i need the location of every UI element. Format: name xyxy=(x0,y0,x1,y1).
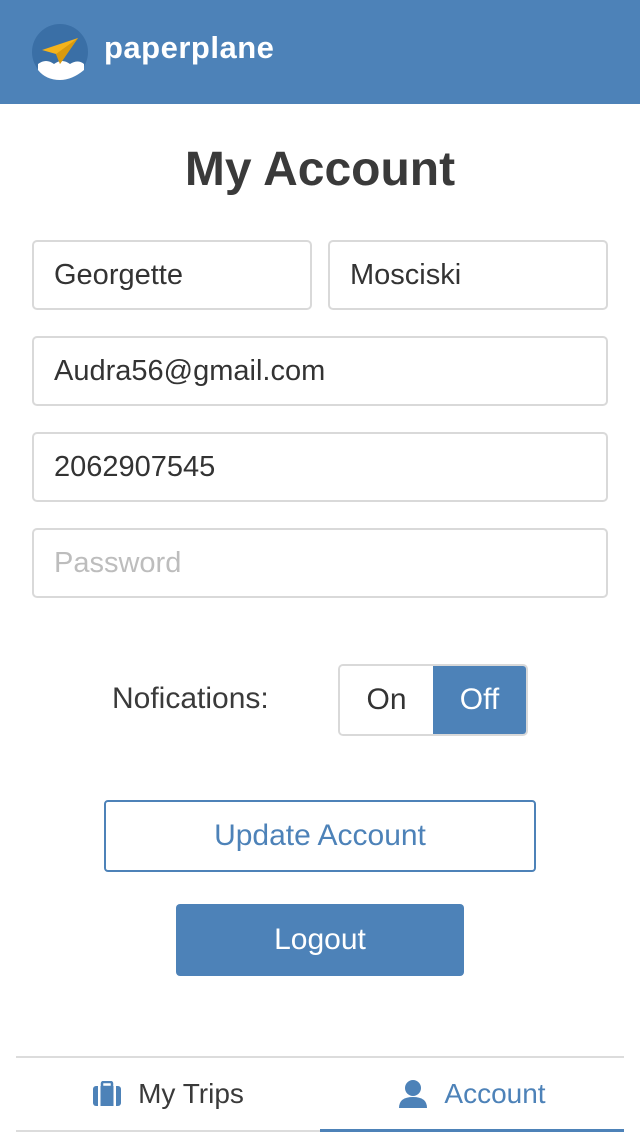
bottom-nav: My Trips Account xyxy=(16,1056,624,1132)
briefcase-icon xyxy=(92,1081,122,1107)
tab-my-trips-label: My Trips xyxy=(138,1078,244,1109)
notifications-on-button[interactable]: On xyxy=(340,666,433,734)
paper-plane-icon[interactable] xyxy=(32,24,88,80)
account-page: paperplane My Account Nofications: On Of… xyxy=(0,0,640,1136)
first-name-field[interactable] xyxy=(32,240,312,310)
logout-button[interactable]: Logout xyxy=(176,904,464,976)
last-name-field[interactable] xyxy=(328,240,608,310)
brand-name[interactable]: paperplane xyxy=(104,30,274,66)
tab-account[interactable]: Account xyxy=(320,1058,624,1132)
page-title: My Account xyxy=(184,143,456,196)
password-field[interactable] xyxy=(32,528,608,598)
tab-account-label: Account xyxy=(444,1078,546,1109)
notifications-off-button[interactable]: Off xyxy=(433,666,526,734)
notifications-label: Nofications: xyxy=(112,682,269,715)
phone-field[interactable] xyxy=(32,432,608,502)
notifications-toggle: On Off xyxy=(338,664,528,736)
update-account-button[interactable]: Update Account xyxy=(104,800,536,872)
email-field[interactable] xyxy=(32,336,608,406)
user-icon xyxy=(398,1079,428,1109)
app-header: paperplane xyxy=(0,0,640,104)
tab-my-trips[interactable]: My Trips xyxy=(16,1058,320,1130)
